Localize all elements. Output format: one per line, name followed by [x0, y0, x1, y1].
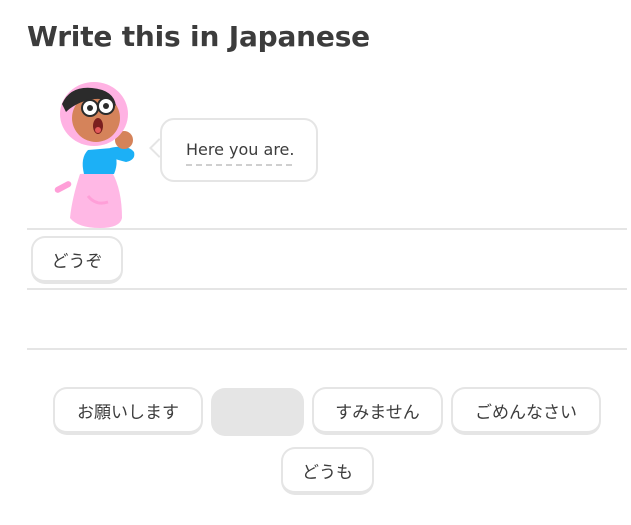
answer-line-top [27, 228, 627, 230]
character-illustration [50, 78, 155, 230]
page-title: Write this in Japanese [27, 20, 370, 53]
word-bank-chip[interactable]: すみません [312, 387, 443, 435]
hint-underline [186, 164, 292, 166]
answer-line-middle [27, 288, 627, 290]
word-bank-chip[interactable]: ごめんなさい [451, 387, 601, 435]
prompt-text[interactable]: Here you are. [186, 140, 294, 159]
character-icon [54, 82, 135, 228]
word-bank-chip[interactable]: どうも [281, 447, 374, 495]
word-bank-chip[interactable]: お願いします [53, 387, 203, 435]
speech-bubble: Here you are. [160, 118, 318, 182]
word-bank-chip-placeholder [211, 388, 304, 436]
answer-line-bottom [27, 348, 627, 350]
answer-chip[interactable]: どうぞ [31, 236, 123, 284]
